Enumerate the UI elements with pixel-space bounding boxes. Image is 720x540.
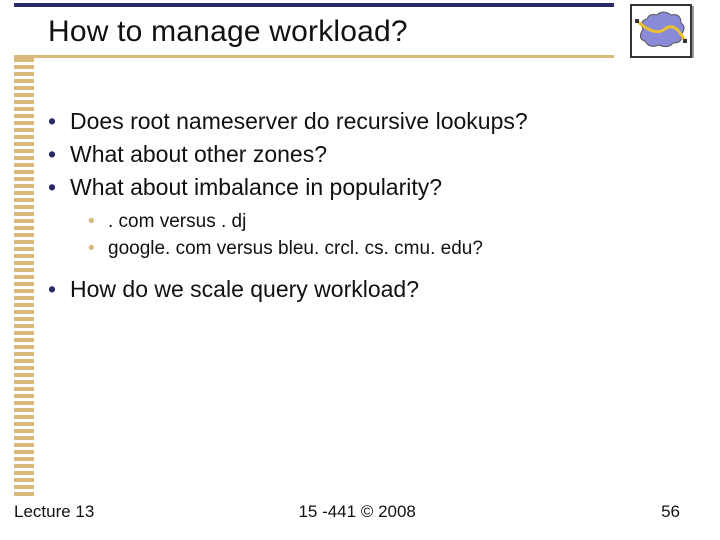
decorative-stripes <box>14 58 34 504</box>
bullet-text: google. com versus bleu. crcl. cs. cmu. … <box>108 238 483 259</box>
sub-bullet-item: . com versus . dj <box>88 209 680 236</box>
content-area: Does root nameserver do recursive lookup… <box>48 106 680 307</box>
bullet-text: How do we scale query workload? <box>70 276 419 302</box>
sub-bullet-item: google. com versus bleu. crcl. cs. cmu. … <box>88 236 680 263</box>
bullet-text: What about other zones? <box>70 141 327 167</box>
sub-bullet-list: . com versus . dj google. com versus ble… <box>70 203 680 272</box>
bullet-text: What about imbalance in popularity? <box>70 174 442 200</box>
logo-icon <box>630 4 692 58</box>
bullet-text: Does root nameserver do recursive lookup… <box>70 108 528 134</box>
slide: How to manage workload? Does root namese… <box>0 0 720 540</box>
bullet-item: How do we scale query workload? <box>48 274 680 305</box>
bullet-item: What about imbalance in popularity? . co… <box>48 172 680 272</box>
title-rule-top <box>14 3 614 7</box>
footer-left: Lecture 13 <box>14 502 94 522</box>
footer-center: 15 -441 © 2008 <box>94 502 620 522</box>
footer: Lecture 13 15 -441 © 2008 56 <box>14 502 680 522</box>
footer-right: 56 <box>620 502 680 522</box>
bullet-list: Does root nameserver do recursive lookup… <box>48 106 680 305</box>
bullet-item: Does root nameserver do recursive lookup… <box>48 106 680 137</box>
bullet-item: What about other zones? <box>48 139 680 170</box>
slide-title: How to manage workload? <box>14 11 614 55</box>
title-rule-bottom <box>14 55 614 58</box>
bullet-text: . com versus . dj <box>108 211 246 232</box>
title-block: How to manage workload? <box>14 3 614 58</box>
